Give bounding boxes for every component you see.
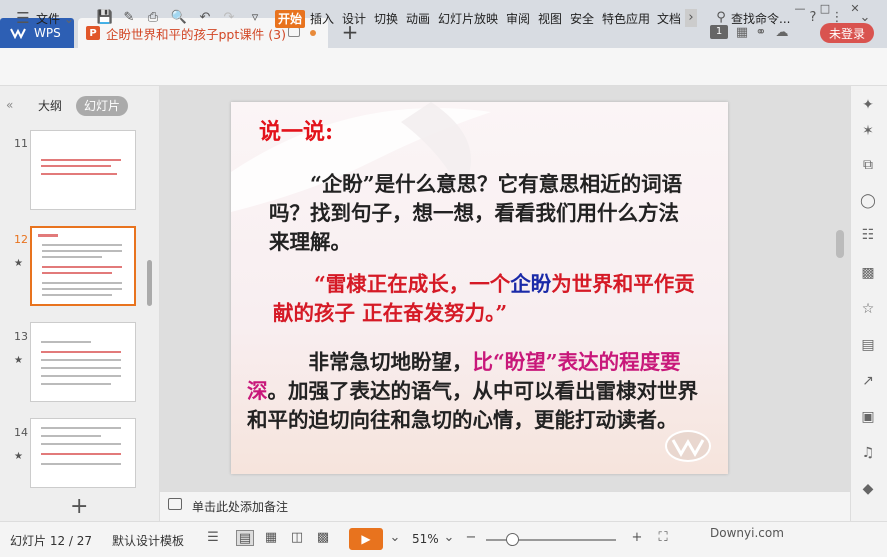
ai-icon[interactable]: ✦ [859,96,877,114]
export-icon[interactable]: ↗ [859,372,877,390]
design-template[interactable]: 默认设计模板 [112,532,184,549]
slide-question: “企盼”是什么意思？它有意思相近的词语吗？找到句子，想一想，看看我们用什么方法来… [269,172,683,254]
copy-icon[interactable]: ⧉ [859,156,877,174]
customize-toolbar-icon[interactable]: ▿ [246,9,264,27]
collapse-ribbon-icon[interactable]: ⌄ [856,9,874,27]
animation-star-icon: ★ [14,451,23,462]
shield-icon[interactable]: ◆ [859,480,877,498]
shapes-icon[interactable]: ◯ [859,192,877,210]
format-painter-icon[interactable]: ✎ [120,9,138,27]
explanation-part: 。加强了表达的语气，从中可以看出雷棣对世界和平的迫切向往和急切的心情，更能打动读… [247,379,698,432]
emblem-logo [665,430,711,462]
tab-review[interactable]: 审阅 [506,10,530,28]
wps-logo-icon [10,28,26,39]
zoom-level[interactable]: 51% [412,532,439,546]
normal-view-icon[interactable]: ▤ [236,530,254,546]
redo-icon[interactable]: ↷ [220,9,238,27]
chevron-down-icon[interactable]: ⌄ [386,530,404,546]
scroll-tabs-right-icon[interactable]: › [685,9,697,27]
slide-sorter-icon[interactable]: ▦ [262,530,280,546]
ribbon [0,48,887,86]
thumbnail-number: 13 [14,330,28,343]
slide-quote: “雷棣正在成长，一个企盼为世界和平作贡献的孩子 正在奋发努力。” [273,270,703,328]
presenter-view-icon[interactable]: ▩ [314,530,332,546]
slide-thumbnail[interactable] [30,130,136,210]
quote-keyword: 企盼 [510,272,552,296]
zoom-slider-handle[interactable] [506,533,519,546]
slide-counter: 幻灯片 12 / 27 [10,534,93,548]
chevron-down-icon[interactable]: ⌄ [440,530,458,546]
play-slideshow-button[interactable]: ▶ [349,528,383,550]
monitor-icon[interactable] [288,27,300,37]
canvas-scrollbar[interactable] [836,230,844,258]
slide-explanation: 非常急切地盼望，比“盼望”表达的程度要深。加强了表达的语气，从中可以看出雷棣对世… [247,348,707,435]
tab-view[interactable]: 视图 [538,10,562,28]
explanation-part: 非常急切地盼望， [308,350,473,374]
archive-icon[interactable]: ▤ [859,336,877,354]
tab-animation[interactable]: 动画 [406,10,430,28]
zoom-out-icon[interactable]: − [462,530,480,546]
tab-transition[interactable]: 切换 [374,10,398,28]
file-menu[interactable]: 文件 ⌄ [36,10,74,28]
magic-icon[interactable]: ✶ [859,122,877,140]
wps-tab-label: WPS [34,26,61,40]
audio-icon[interactable]: ♫ [859,444,877,462]
unsaved-dot-icon [310,30,316,36]
slide-thumbnail-selected[interactable] [30,226,136,306]
tab-slides[interactable]: 幻灯片 [76,96,129,116]
watermark-text: Downyi.com [710,526,784,540]
panel-tabs: 大纲 幻灯片 [30,96,129,116]
file-menu-label: 文件 [36,12,61,26]
tab-slideshow[interactable]: 幻灯片放映 [438,10,498,28]
tab-outline[interactable]: 大纲 [30,96,70,116]
quote-part: “雷棣正在成长，一个 [314,272,511,296]
undo-icon[interactable]: ↶ [196,9,214,27]
slide-thumbnail[interactable] [30,418,136,488]
slide-thumbnail[interactable] [30,322,136,402]
tab-design[interactable]: 设计 [342,10,366,28]
zoom-in-icon[interactable]: + [628,530,646,546]
chevron-down-icon: ⌄ [63,12,74,26]
fit-window-icon[interactable]: ⛶ [654,530,672,546]
panel-scrollbar[interactable] [147,260,152,306]
animation-star-icon: ★ [14,258,23,269]
save-icon[interactable]: 💾 [96,9,114,27]
add-slide-button[interactable]: + [70,494,88,519]
search-icon: ⚲ [716,10,726,25]
tab-insert[interactable]: 插入 [310,10,334,28]
thumbnail-number: 11 [14,137,28,150]
tab-start[interactable]: 开始 [275,10,306,28]
slide-heading: 说一说: [259,119,334,145]
animation-star-icon: ★ [14,355,23,366]
notes-icon [168,498,182,510]
tab-document[interactable]: 文档 [657,10,681,28]
thumbnail-number: 12 [14,233,28,246]
print-icon[interactable]: ⎙ [144,9,162,27]
star-icon[interactable]: ☆ [859,300,877,318]
tab-security[interactable]: 安全 [570,10,594,28]
image-edit-icon[interactable]: ▩ [859,264,877,282]
print-preview-icon[interactable]: 🔍 [170,9,188,27]
collapse-panel-icon[interactable]: « [6,98,13,112]
command-search[interactable]: 查找命令... [731,10,790,28]
help-button[interactable]: ? [804,9,822,27]
more-icon[interactable]: ⋮ [828,9,846,27]
slide[interactable]: 说一说: “企盼”是什么意思？它有意思相近的词语吗？找到句子，想一想，看看我们用… [231,102,728,474]
ppt-file-icon: P [86,26,100,40]
reading-view-icon[interactable]: ◫ [288,530,306,546]
menu-icon[interactable]: ☰ [14,9,32,27]
window-count-badge[interactable]: 1 [710,25,728,39]
notes-placeholder[interactable]: 单击此处添加备注 [192,498,288,515]
notes-toggle-icon[interactable]: ☰ [204,530,222,546]
tab-features[interactable]: 特色应用 [602,10,650,28]
settings-sliders-icon[interactable]: ☷ [859,226,877,244]
thumbnail-number: 14 [14,426,28,439]
picture-icon[interactable]: ▣ [859,408,877,426]
